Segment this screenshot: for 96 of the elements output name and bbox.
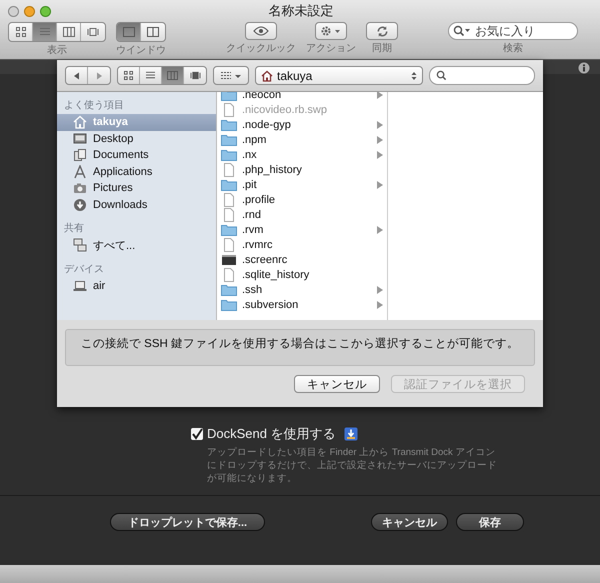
- documents-icon: [73, 148, 87, 162]
- sync-button[interactable]: [366, 22, 398, 40]
- sidebar-item[interactable]: Pictures: [57, 180, 216, 196]
- arrange-icon: [220, 70, 242, 80]
- sidebar-item[interactable]: Downloads: [57, 196, 216, 213]
- toolbar-label: クイックルック: [226, 42, 296, 55]
- list-icon: [145, 71, 156, 80]
- folder-icon: [221, 298, 237, 310]
- sidebar-section-header: デバイス: [63, 262, 105, 276]
- laptop-icon: [73, 278, 87, 293]
- view-mode-button[interactable]: [162, 67, 184, 84]
- message-text: この接続で SSH 鍵ファイルを使用する場合はここから選択することが可能です。: [80, 336, 520, 352]
- file-row[interactable]: .rvm: [217, 222, 387, 237]
- eye-icon: [253, 26, 269, 36]
- document-icon: [221, 208, 237, 222]
- sheet-button[interactable]: キャンセル: [294, 375, 380, 393]
- download-icon: [73, 198, 87, 212]
- columns-icon: [167, 71, 178, 80]
- updown-arrows-icon: [411, 70, 417, 80]
- toolbar-label: アクション: [306, 42, 356, 55]
- sidebar-item[interactable]: Applications: [57, 164, 216, 180]
- file-row[interactable]: .sqlite_history: [217, 267, 387, 282]
- home-icon: [73, 115, 87, 130]
- file-row[interactable]: .ssh: [217, 282, 387, 297]
- file-row[interactable]: .node-gyp: [217, 117, 387, 132]
- sidebar-section-header: よく使う項目: [63, 99, 125, 113]
- checkbox-label: DockSend を使用する: [207, 425, 336, 443]
- file-row[interactable]: .subversion: [217, 297, 387, 312]
- arrange-button[interactable]: [213, 66, 249, 85]
- file-row[interactable]: .npm: [217, 132, 387, 147]
- network-icon: [73, 238, 87, 252]
- checkmark-icon: [191, 428, 203, 440]
- toolbar-label: 同期: [372, 42, 392, 55]
- grid-icon: [123, 71, 134, 80]
- folder-icon: [221, 134, 237, 146]
- description-text: アップロードしたい項目を Finder 上から Transmit Dock アイコンにドロップするだけで、上記で設定されたサーバにアップロードが可能になります。: [207, 446, 497, 485]
- split-window-icon: [147, 27, 159, 37]
- checkbox[interactable]: [191, 428, 203, 440]
- disclosure-arrow-icon: [377, 180, 383, 188]
- sidebar-item[interactable]: Desktop: [57, 130, 216, 147]
- dialog-button[interactable]: キャンセル: [371, 513, 448, 531]
- grid-icon: [14, 27, 26, 37]
- back-icon: [72, 72, 80, 80]
- toolbar-label: 表示: [47, 44, 67, 57]
- window-mode-button[interactable]: [117, 23, 141, 41]
- coverflow-icon: [190, 71, 200, 80]
- folder-icon: [221, 284, 237, 296]
- file-row[interactable]: .screenrc: [217, 252, 387, 267]
- sidebar-item[interactable]: air: [57, 278, 216, 294]
- sidebar-item[interactable]: Documents: [57, 147, 216, 164]
- search-field[interactable]: お気に入り: [448, 22, 578, 40]
- home-icon: [261, 70, 273, 82]
- forward-icon: [95, 72, 103, 80]
- terminal-icon: [221, 254, 237, 266]
- document-icon: [221, 238, 237, 252]
- search-field[interactable]: [429, 66, 535, 85]
- action-button[interactable]: [315, 22, 347, 40]
- close-button[interactable]: [8, 6, 19, 16]
- file-row[interactable]: .rvmrc: [217, 237, 387, 252]
- document-icon: [221, 268, 237, 282]
- dialog-button[interactable]: 保存: [456, 513, 524, 531]
- folder-icon: [221, 118, 237, 130]
- zoom-button[interactable]: [40, 6, 51, 16]
- path-dropdown[interactable]: takuya: [255, 66, 423, 85]
- toolbar-label: ウインドウ: [116, 44, 166, 57]
- upload-icon: [344, 427, 358, 441]
- monitor-icon: [73, 132, 87, 146]
- document-icon: [221, 192, 237, 206]
- document-icon: [221, 162, 237, 176]
- quicklook-button[interactable]: [245, 22, 277, 40]
- droplet-save-button[interactable]: ドロップレットで保存...: [110, 513, 265, 531]
- file-row[interactable]: .pit: [217, 177, 387, 192]
- toolbar-label: 検索: [503, 42, 523, 55]
- file-row[interactable]: .nx: [217, 147, 387, 162]
- info-icon: [578, 62, 590, 74]
- folder-icon: [221, 224, 237, 236]
- document-icon: [221, 102, 237, 116]
- folder-icon: [221, 178, 237, 190]
- folder-icon: [221, 148, 237, 160]
- sidebar-item[interactable]: すべて...: [57, 237, 216, 254]
- gear-icon: [320, 25, 342, 37]
- camera-icon: [73, 181, 87, 196]
- applications-icon: [73, 164, 87, 179]
- coverflow-icon: [87, 27, 99, 37]
- sync-icon: [376, 24, 388, 38]
- file-row[interactable]: .profile: [217, 192, 387, 207]
- sidebar-section-header: 共有: [63, 222, 85, 236]
- window-title: 名称未設定: [268, 3, 334, 18]
- file-row[interactable]: .php_history: [217, 162, 387, 177]
- columns-icon: [62, 27, 74, 37]
- minimize-button[interactable]: [24, 6, 35, 16]
- list-icon: [38, 27, 50, 37]
- window-icon: [122, 27, 134, 37]
- disclosure-arrow-icon: [377, 226, 383, 234]
- search-icon: [436, 70, 447, 81]
- file-row[interactable]: .rnd: [217, 207, 387, 222]
